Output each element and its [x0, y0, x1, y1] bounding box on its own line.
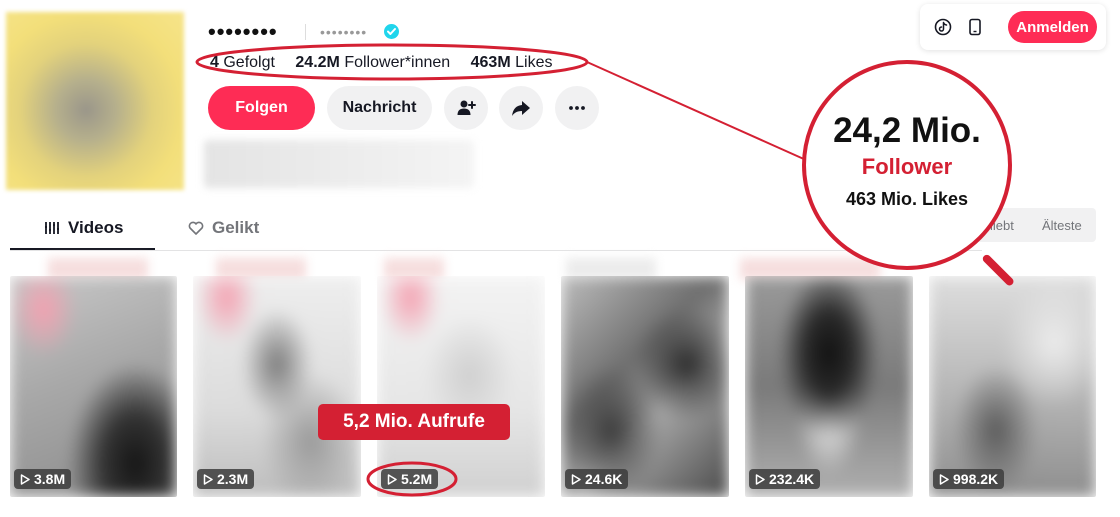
verified-badge-icon	[384, 24, 399, 39]
nickname: ••••••••	[320, 24, 368, 40]
play-icon	[571, 473, 581, 485]
following-count: 4	[210, 54, 219, 71]
view-count-badge: 998.2K	[933, 469, 1005, 489]
heart-lock-icon	[188, 221, 204, 235]
video-thumbnail[interactable]: 24.6K	[561, 276, 729, 497]
play-icon	[203, 473, 213, 485]
phone-icon[interactable]	[966, 18, 984, 36]
view-count-badge: 2.3M	[197, 469, 255, 489]
view-count-badge: 5.2M	[381, 469, 439, 489]
following-label: Gefolgt	[223, 54, 275, 71]
video-thumbnail[interactable]: 2.3M	[193, 276, 361, 497]
play-icon	[20, 473, 30, 485]
tab-videos[interactable]: Videos	[44, 218, 123, 238]
connector-line	[586, 61, 807, 161]
video-thumbnail[interactable]: 998.2K	[929, 276, 1096, 497]
profile-stats: 4 Gefolgt 24.2M Follower*innen 463M Like…	[210, 54, 552, 72]
share-button[interactable]	[499, 86, 543, 130]
profile-avatar	[6, 12, 184, 190]
view-count: 5.2M	[401, 471, 433, 487]
view-count: 998.2K	[953, 471, 999, 487]
more-options-button[interactable]	[555, 86, 599, 130]
top-right-toolbar: Anmelden	[920, 4, 1106, 50]
more-icon	[569, 106, 585, 110]
tab-videos-label: Videos	[68, 218, 124, 237]
add-friend-button[interactable]	[444, 86, 488, 130]
follow-button[interactable]: Folgen	[208, 86, 315, 130]
likes-count: 463M	[470, 54, 511, 71]
bio-text-blurred	[204, 140, 474, 188]
video-thumbnail[interactable]: 5.2M	[377, 276, 545, 497]
followers-label: Follower*innen	[344, 54, 451, 71]
video-thumbnail[interactable]: 3.8M	[10, 276, 177, 497]
magnifier-followers-value: 24,2 Mio.	[833, 111, 981, 150]
username: ••••••••	[208, 19, 278, 44]
tab-liked[interactable]: Gelikt	[188, 218, 259, 238]
add-user-icon	[457, 100, 476, 115]
view-count-badge: 24.6K	[565, 469, 629, 489]
tiktok-icon[interactable]	[934, 18, 952, 36]
view-count: 232.4K	[769, 471, 815, 487]
grid-icon	[45, 222, 59, 234]
followers-count: 24.2M	[295, 54, 340, 71]
view-count-badge: 232.4K	[749, 469, 821, 489]
sort-oldest-option[interactable]: Älteste	[1042, 218, 1082, 233]
play-icon	[755, 473, 765, 485]
share-icon	[512, 101, 530, 116]
view-count: 24.6K	[585, 471, 623, 487]
video-thumbnail[interactable]: 232.4K	[745, 276, 913, 497]
tabs-divider	[10, 250, 982, 251]
magnifier-callout: 24,2 Mio. Follower 463 Mio. Likes	[802, 60, 1012, 270]
tab-liked-label: Gelikt	[212, 218, 260, 237]
view-count: 3.8M	[34, 471, 66, 487]
magnifier-followers-label: Follower	[861, 154, 953, 179]
likes-label: Likes	[515, 54, 553, 71]
view-count: 2.3M	[217, 471, 249, 487]
play-icon	[387, 473, 397, 485]
message-button[interactable]: Nachricht	[327, 86, 432, 130]
play-icon	[939, 473, 949, 485]
view-count-badge: 3.8M	[14, 469, 72, 489]
views-callout: 5,2 Mio. Aufrufe	[318, 404, 510, 440]
divider	[305, 24, 306, 40]
magnifier-likes: 463 Mio. Likes	[845, 189, 969, 209]
login-button[interactable]: Anmelden	[1008, 11, 1097, 43]
